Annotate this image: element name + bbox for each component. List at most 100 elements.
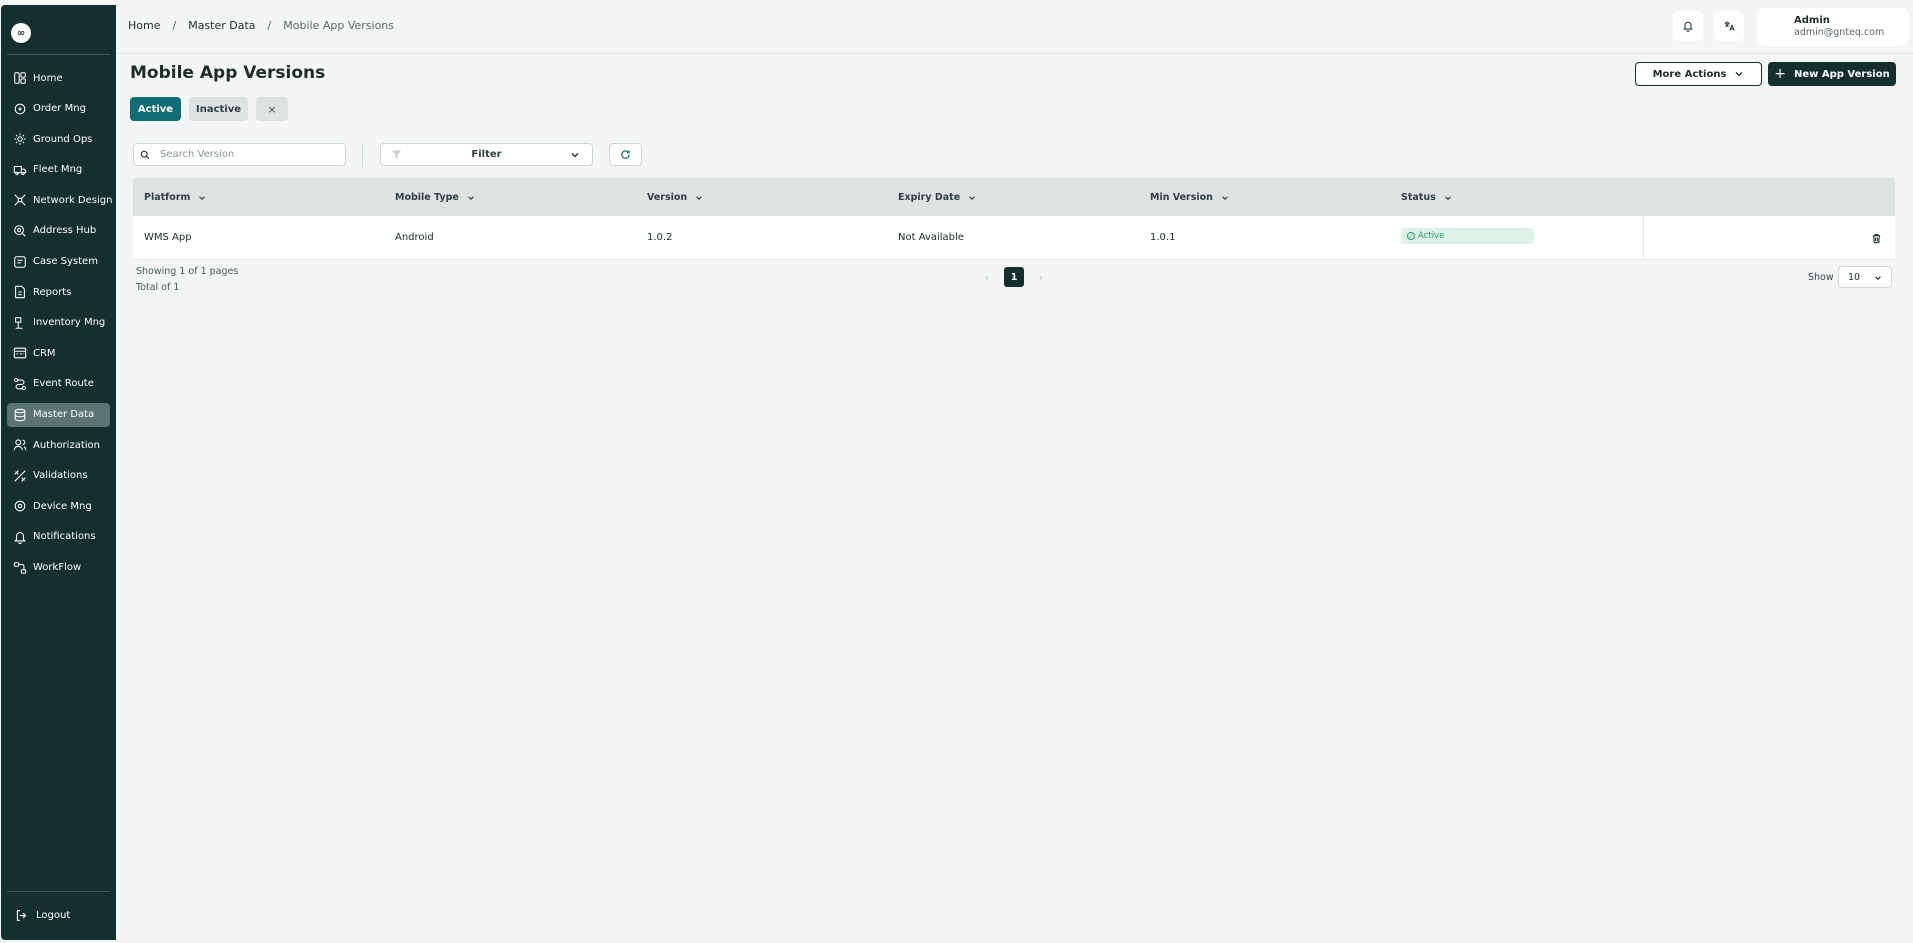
column-header-platform[interactable]: Platform	[144, 192, 206, 203]
breadcrumb-home[interactable]: Home	[128, 19, 160, 32]
bell-icon	[13, 532, 27, 544]
chevron-down-icon	[1875, 276, 1881, 280]
sidebar-item-label: Order Mng	[33, 103, 86, 115]
database-icon	[14, 408, 26, 421]
breadcrumb: Home / Master Data / Mobile App Versions	[128, 19, 394, 32]
sidebar-item-event-route[interactable]: Event Route	[7, 372, 110, 396]
breadcrumb-master-data[interactable]: Master Data	[188, 19, 255, 32]
page-button-1[interactable]: 1	[1004, 267, 1024, 287]
sidebar-item-reports[interactable]: Reports	[7, 280, 110, 304]
table-row[interactable]: WMS App Android 1.0.2 Not Available 1.0.…	[133, 216, 1895, 260]
sort-chevron-icon	[696, 195, 702, 200]
sidebar-item-label: Event Route	[33, 378, 94, 390]
breadcrumb-separator: /	[172, 19, 177, 32]
filter-dropdown[interactable]: Filter	[380, 143, 593, 166]
logout-label: Logout	[36, 909, 71, 921]
sidebar-item-fleet-mng[interactable]: Fleet Mng	[7, 158, 110, 182]
sidebar-item-inventory-mng[interactable]: Inventory Mng	[7, 311, 110, 335]
report-icon	[15, 285, 25, 299]
new-app-version-button[interactable]: + New App Version	[1768, 62, 1896, 86]
search-box	[133, 143, 346, 166]
column-header-status[interactable]: Status	[1401, 192, 1452, 203]
ground-ops-icon	[14, 133, 26, 145]
sidebar-item-label: Master Data	[33, 409, 95, 421]
sidebar-item-address-hub[interactable]: Address Hub	[7, 219, 110, 243]
toolbar-divider	[362, 143, 363, 167]
app-logo[interactable]: ∞	[11, 23, 31, 43]
sidebar-item-device-mng[interactable]: Device Mng	[7, 494, 110, 518]
sidebar-item-authorization[interactable]: Authorization	[7, 433, 110, 457]
pagination-showing: Showing 1 of 1 pages	[136, 266, 239, 277]
user-name: Admin	[1794, 15, 1830, 26]
tab-active[interactable]: Active	[130, 97, 181, 121]
filter-label: Filter	[471, 149, 502, 160]
sort-chevron-icon	[199, 195, 206, 200]
sidebar-item-label: Inventory Mng	[33, 317, 106, 329]
language-button[interactable]	[1714, 11, 1744, 41]
more-actions-button[interactable]: More Actions	[1635, 62, 1762, 86]
status-label: Active	[1418, 231, 1445, 241]
sidebar-item-label: Authorization	[33, 439, 100, 451]
sidebar-item-label: Ground Ops	[33, 133, 93, 145]
page-size-select[interactable]: 10	[1838, 266, 1892, 288]
network-icon	[14, 194, 26, 206]
refresh-button[interactable]	[609, 143, 642, 166]
plus-icon: +	[1774, 66, 1787, 82]
breadcrumb-separator: /	[267, 19, 272, 32]
app-versions-table: Platform Mobile Type Version Expiry Date Min…	[133, 178, 1895, 260]
sidebar-item-order-mng[interactable]: Order Mng	[7, 97, 110, 121]
sidebar-item-master-data[interactable]: Master Data	[7, 402, 110, 427]
tab-inactive[interactable]: Inactive	[189, 97, 248, 121]
route-icon	[13, 377, 27, 390]
sidebar-item-case-system[interactable]: Case System	[7, 250, 110, 274]
logout-button[interactable]: Logout	[7, 903, 110, 927]
table-header: Platform Mobile Type Version Expiry Date Min…	[133, 178, 1895, 216]
column-header-min-version[interactable]: Min Version	[1150, 192, 1229, 203]
column-header-label: Expiry Date	[898, 192, 961, 203]
sidebar-item-label: Case System	[33, 256, 98, 268]
cell-min-version: 1.0.1	[1150, 232, 1176, 243]
sidebar-item-crm[interactable]: CRM	[7, 341, 110, 365]
sort-chevron-icon	[969, 195, 975, 200]
sort-chevron-icon	[1444, 195, 1451, 200]
status-badge: ✓ Active	[1401, 228, 1534, 244]
notifications-button[interactable]	[1673, 11, 1703, 41]
check-circle-icon: ✓	[1407, 232, 1415, 240]
pagination-total: Total of 1	[136, 282, 180, 293]
search-icon	[140, 150, 150, 159]
filter-icon	[391, 150, 402, 160]
column-divider	[1643, 216, 1644, 260]
sidebar-item-label: CRM	[33, 347, 56, 359]
page-size-label: Show	[1808, 272, 1834, 283]
column-header-version[interactable]: Version	[647, 192, 703, 203]
column-header-label: Version	[647, 192, 688, 203]
logout-icon	[16, 909, 27, 921]
prev-page-button[interactable]: ‹	[980, 267, 994, 287]
sidebar-item-label: Home	[33, 72, 63, 84]
search-input[interactable]	[160, 149, 330, 160]
sidebar-item-network-design[interactable]: Network Design	[7, 188, 112, 212]
column-header-mobile-type[interactable]: Mobile Type	[395, 192, 475, 203]
sidebar-item-ground-ops[interactable]: Ground Ops	[7, 127, 110, 151]
sidebar-item-notifications[interactable]: Notifications	[7, 525, 110, 549]
sidebar: ∞ Home Order Mng Ground Ops Fleet Mng Networ…	[1, 5, 116, 940]
next-page-button[interactable]: ›	[1034, 267, 1048, 287]
sidebar-item-validations[interactable]: Validations	[7, 464, 110, 488]
clear-tab-button[interactable]: ×	[256, 97, 288, 121]
case-icon	[14, 255, 26, 268]
column-header-label: Mobile Type	[395, 192, 459, 203]
sidebar-item-home[interactable]: Home	[7, 66, 110, 90]
user-menu[interactable]: Admin admin@gnteq.com	[1757, 8, 1909, 46]
cell-version: 1.0.2	[647, 232, 673, 243]
inventory-icon	[15, 316, 23, 329]
column-header-label: Platform	[144, 192, 191, 203]
refresh-icon	[621, 150, 630, 159]
more-actions-label: More Actions	[1652, 68, 1727, 80]
crm-icon	[13, 348, 27, 359]
sidebar-item-workflow[interactable]: WorkFlow	[7, 556, 110, 580]
column-header-expiry-date[interactable]: Expiry Date	[898, 192, 976, 203]
delete-button[interactable]	[1867, 229, 1885, 247]
sort-chevron-icon	[1222, 195, 1228, 200]
new-app-version-label: New App Version	[1794, 68, 1890, 80]
location-icon	[14, 225, 26, 237]
